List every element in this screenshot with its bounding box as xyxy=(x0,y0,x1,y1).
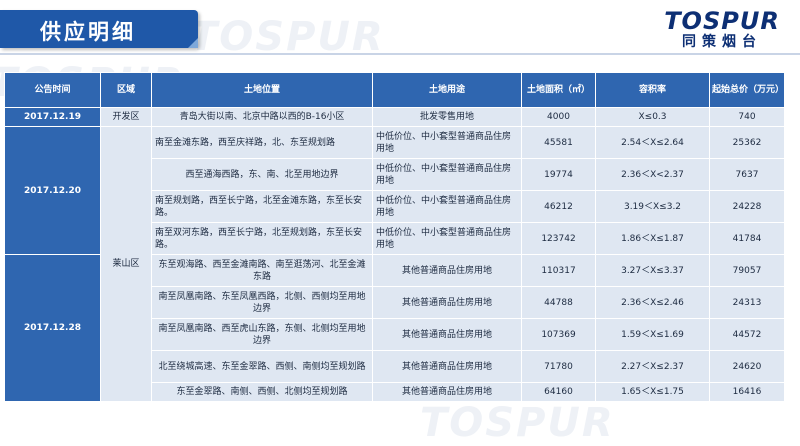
usage-cell: 中低价位、中小套型普通商品住房用地 xyxy=(372,126,522,159)
supply-table: 公告时间 区域 土地位置 土地用途 土地面积（㎡） 容积率 起始总价（万元） 2… xyxy=(4,72,785,402)
location-cell: 南至双河东路，西至长宁路，北至规划路，东至长安路。 xyxy=(151,222,373,255)
usage-cell: 其他普通商品住房用地 xyxy=(372,350,522,383)
date-cell: 2017.12.28 xyxy=(4,254,101,402)
price-cell: 7637 xyxy=(709,158,785,191)
far-cell: 1.59＜X≤1.69 xyxy=(595,318,710,351)
table-row: 2017.12.19 开发区 青岛大街以南、北京中路以西的B-16小区 批发零售… xyxy=(4,107,785,127)
location-cell: 南至规划路，西至长宁路，北至金滩东路，东至长安路。 xyxy=(151,190,373,223)
far-cell: 3.27＜X≤3.37 xyxy=(595,254,710,287)
watermark: TOSPUR xyxy=(420,400,615,446)
date-cell: 2017.12.20 xyxy=(4,126,101,255)
col-header-location: 土地位置 xyxy=(151,72,373,108)
area-cell: 4000 xyxy=(521,107,596,127)
page-title: 供应明细 xyxy=(40,20,136,44)
table-header-row: 公告时间 区域 土地位置 土地用途 土地面积（㎡） 容积率 起始总价（万元） xyxy=(4,72,785,108)
location-cell: 南至金滩东路，西至庆祥路，北、东至规划路 xyxy=(151,126,373,159)
location-cell: 青岛大街以南、北京中路以西的B-16小区 xyxy=(151,107,373,127)
logo-wordmark: TOSPUR xyxy=(664,7,780,35)
usage-cell: 批发零售用地 xyxy=(372,107,522,127)
far-cell: 1.65＜X≤1.75 xyxy=(595,382,710,402)
usage-cell: 其他普通商品住房用地 xyxy=(372,382,522,402)
usage-cell: 其他普通商品住房用地 xyxy=(372,318,522,351)
area-cell: 64160 xyxy=(521,382,596,402)
usage-cell: 其他普通商品住房用地 xyxy=(372,286,522,319)
location-cell: 北至绕城高速、东至金翠路、西侧、南侧均至规划路 xyxy=(151,350,373,383)
col-header-area: 土地面积（㎡） xyxy=(521,72,596,108)
usage-cell: 中低价位、中小套型普通商品住房用地 xyxy=(372,158,522,191)
location-cell: 东至金翠路、南侧、西侧、北侧均至规划路 xyxy=(151,382,373,402)
location-cell: 东至观海路、西至金滩南路、南至逛荡河、北至金滩东路 xyxy=(151,254,373,287)
area-cell: 107369 xyxy=(521,318,596,351)
region-cell: 莱山区 xyxy=(100,126,152,402)
far-cell: 2.36＜X<2.37 xyxy=(595,158,710,191)
area-cell: 44788 xyxy=(521,286,596,319)
title-corner-accent xyxy=(188,38,198,48)
region-cell: 开发区 xyxy=(100,107,152,127)
area-cell: 110317 xyxy=(521,254,596,287)
far-cell: 1.86＜X≤1.87 xyxy=(595,222,710,255)
col-header-date: 公告时间 xyxy=(4,72,101,108)
usage-cell: 中低价位、中小套型普通商品住房用地 xyxy=(372,222,522,255)
area-cell: 71780 xyxy=(521,350,596,383)
usage-cell: 其他普通商品住房用地 xyxy=(372,254,522,287)
area-cell: 123742 xyxy=(521,222,596,255)
area-cell: 46212 xyxy=(521,190,596,223)
far-cell: 2.36＜X≤2.46 xyxy=(595,286,710,319)
price-cell: 79057 xyxy=(709,254,785,287)
area-cell: 45581 xyxy=(521,126,596,159)
col-header-price: 起始总价（万元） xyxy=(709,72,785,108)
date-cell: 2017.12.19 xyxy=(4,107,101,127)
col-header-usage: 土地用途 xyxy=(372,72,522,108)
far-cell: X≤0.3 xyxy=(595,107,710,127)
price-cell: 25362 xyxy=(709,126,785,159)
usage-cell: 中低价位、中小套型普通商品住房用地 xyxy=(372,190,522,223)
price-cell: 44572 xyxy=(709,318,785,351)
price-cell: 24313 xyxy=(709,286,785,319)
price-cell: 24620 xyxy=(709,350,785,383)
price-cell: 41784 xyxy=(709,222,785,255)
area-cell: 19774 xyxy=(521,158,596,191)
price-cell: 740 xyxy=(709,107,785,127)
title-bar: 供应明细 xyxy=(0,10,198,48)
logo-subtitle: 同策烟台 xyxy=(682,34,762,50)
col-header-far: 容积率 xyxy=(595,72,710,108)
header-divider xyxy=(0,53,800,55)
table-row: 2017.12.20 莱山区 南至金滩东路，西至庆祥路，北、东至规划路 中低价位… xyxy=(4,126,785,402)
price-cell: 16416 xyxy=(709,382,785,402)
company-logo: TOSPUR 同策烟台 xyxy=(656,8,788,50)
location-cell: 南至凤凰南路、西至虎山东路，东侧、北侧均至用地边界 xyxy=(151,318,373,351)
far-cell: 2.54＜X≤2.64 xyxy=(595,126,710,159)
location-cell: 西至通海西路，东、南、北至用地边界 xyxy=(151,158,373,191)
price-cell: 24228 xyxy=(709,190,785,223)
col-header-region: 区域 xyxy=(100,72,152,108)
far-cell: 2.27＜X≤2.37 xyxy=(595,350,710,383)
far-cell: 3.19＜X≤3.2 xyxy=(595,190,710,223)
location-cell: 南至凤凰南路、东至凤凰西路，北侧、西侧均至用地边界 xyxy=(151,286,373,319)
